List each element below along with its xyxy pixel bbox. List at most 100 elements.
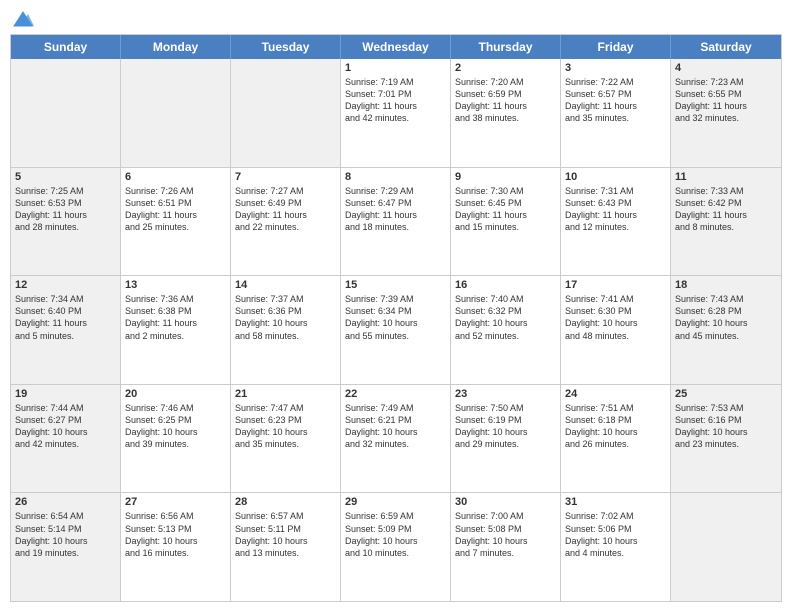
cell-text: Sunrise: 7:20 AM Sunset: 6:59 PM Dayligh…: [455, 76, 556, 125]
day-number: 2: [455, 62, 556, 74]
cell-text: Sunrise: 7:25 AM Sunset: 6:53 PM Dayligh…: [15, 185, 116, 234]
cell-text: Sunrise: 7:51 AM Sunset: 6:18 PM Dayligh…: [565, 402, 666, 451]
cell-text: Sunrise: 7:36 AM Sunset: 6:38 PM Dayligh…: [125, 293, 226, 342]
cell-text: Sunrise: 7:37 AM Sunset: 6:36 PM Dayligh…: [235, 293, 336, 342]
cell-text: Sunrise: 6:54 AM Sunset: 5:14 PM Dayligh…: [15, 510, 116, 559]
header-cell-tuesday: Tuesday: [231, 35, 341, 59]
day-number: 8: [345, 171, 446, 183]
cell-text: Sunrise: 7:30 AM Sunset: 6:45 PM Dayligh…: [455, 185, 556, 234]
calendar-cell: 10Sunrise: 7:31 AM Sunset: 6:43 PM Dayli…: [561, 168, 671, 276]
calendar-cell: 29Sunrise: 6:59 AM Sunset: 5:09 PM Dayli…: [341, 493, 451, 601]
calendar-cell: 27 Sunrise: 6:56 AM Sunset: 5:13 PM Dayli…: [121, 493, 231, 601]
calendar: SundayMondayTuesdayWednesdayThursdayFrid…: [10, 34, 782, 602]
calendar-week-5: 26 Sunrise: 6:54 AM Sunset: 5:14 PM Dayli…: [11, 492, 781, 601]
day-number: 19: [15, 388, 116, 400]
calendar-cell: 23 Sunrise: 7:50 AM Sunset: 6:19 PM Dayli…: [451, 385, 561, 493]
cell-text: Sunrise: 7:31 AM Sunset: 6:43 PM Dayligh…: [565, 185, 666, 234]
day-number: 31: [565, 496, 666, 508]
day-number: 23: [455, 388, 556, 400]
day-number: 16: [455, 279, 556, 291]
calendar-cell: 24 Sunrise: 7:51 AM Sunset: 6:18 PM Dayli…: [561, 385, 671, 493]
calendar-cell: 2 Sunrise: 7:20 AM Sunset: 6:59 PM Daylig…: [451, 59, 561, 167]
calendar-cell: 14 Sunrise: 7:37 AM Sunset: 6:36 PM Dayli…: [231, 276, 341, 384]
logo-icon: [12, 10, 34, 28]
day-number: 1: [345, 62, 446, 74]
day-number: 20: [125, 388, 226, 400]
calendar-cell: 15 Sunrise: 7:39 AM Sunset: 6:34 PM Dayli…: [341, 276, 451, 384]
header-cell-sunday: Sunday: [11, 35, 121, 59]
cell-text: Sunrise: 6:57 AM Sunset: 5:11 PM Dayligh…: [235, 510, 336, 559]
calendar-week-3: 12 Sunrise: 7:34 AM Sunset: 6:40 PM Dayli…: [11, 275, 781, 384]
day-number: 4: [675, 62, 777, 74]
calendar-cell: 22 Sunrise: 7:49 AM Sunset: 6:21 PM Dayli…: [341, 385, 451, 493]
calendar-cell: 5Sunrise: 7:25 AM Sunset: 6:53 PM Daylig…: [11, 168, 121, 276]
calendar-cell: [671, 493, 781, 601]
cell-text: Sunrise: 7:33 AM Sunset: 6:42 PM Dayligh…: [675, 185, 777, 234]
header: [10, 10, 782, 26]
calendar-cell: 8 Sunrise: 7:29 AM Sunset: 6:47 PM Daylig…: [341, 168, 451, 276]
calendar-week-4: 19 Sunrise: 7:44 AM Sunset: 6:27 PM Dayli…: [11, 384, 781, 493]
cell-text: Sunrise: 7:40 AM Sunset: 6:32 PM Dayligh…: [455, 293, 556, 342]
cell-text: Sunrise: 7:34 AM Sunset: 6:40 PM Dayligh…: [15, 293, 116, 342]
page: SundayMondayTuesdayWednesdayThursdayFrid…: [0, 0, 792, 612]
cell-text: Sunrise: 7:43 AM Sunset: 6:28 PM Dayligh…: [675, 293, 777, 342]
calendar-cell: 17 Sunrise: 7:41 AM Sunset: 6:30 PM Dayli…: [561, 276, 671, 384]
day-number: 25: [675, 388, 777, 400]
day-number: 17: [565, 279, 666, 291]
calendar-cell: 7Sunrise: 7:27 AM Sunset: 6:49 PM Daylig…: [231, 168, 341, 276]
calendar-cell: [231, 59, 341, 167]
cell-text: Sunrise: 7:22 AM Sunset: 6:57 PM Dayligh…: [565, 76, 666, 125]
calendar-cell: [121, 59, 231, 167]
day-number: 3: [565, 62, 666, 74]
day-number: 26: [15, 496, 116, 508]
cell-text: Sunrise: 6:59 AM Sunset: 5:09 PM Dayligh…: [345, 510, 446, 559]
calendar-cell: 28 Sunrise: 6:57 AM Sunset: 5:11 PM Dayli…: [231, 493, 341, 601]
calendar-cell: 6Sunrise: 7:26 AM Sunset: 6:51 PM Daylig…: [121, 168, 231, 276]
calendar-cell: 16 Sunrise: 7:40 AM Sunset: 6:32 PM Dayli…: [451, 276, 561, 384]
calendar-cell: 1 Sunrise: 7:19 AM Sunset: 7:01 PM Daylig…: [341, 59, 451, 167]
cell-text: Sunrise: 7:19 AM Sunset: 7:01 PM Dayligh…: [345, 76, 446, 125]
calendar-cell: 4 Sunrise: 7:23 AM Sunset: 6:55 PM Daylig…: [671, 59, 781, 167]
header-cell-monday: Monday: [121, 35, 231, 59]
day-number: 22: [345, 388, 446, 400]
calendar-week-1: 1 Sunrise: 7:19 AM Sunset: 7:01 PM Daylig…: [11, 59, 781, 167]
day-number: 14: [235, 279, 336, 291]
day-number: 30: [455, 496, 556, 508]
cell-text: Sunrise: 7:29 AM Sunset: 6:47 PM Dayligh…: [345, 185, 446, 234]
cell-text: Sunrise: 7:41 AM Sunset: 6:30 PM Dayligh…: [565, 293, 666, 342]
cell-text: Sunrise: 7:46 AM Sunset: 6:25 PM Dayligh…: [125, 402, 226, 451]
cell-text: Sunrise: 7:23 AM Sunset: 6:55 PM Dayligh…: [675, 76, 777, 125]
calendar-cell: 19 Sunrise: 7:44 AM Sunset: 6:27 PM Dayli…: [11, 385, 121, 493]
cell-text: Sunrise: 7:50 AM Sunset: 6:19 PM Dayligh…: [455, 402, 556, 451]
calendar-cell: 18 Sunrise: 7:43 AM Sunset: 6:28 PM Dayli…: [671, 276, 781, 384]
cell-text: Sunrise: 7:00 AM Sunset: 5:08 PM Dayligh…: [455, 510, 556, 559]
calendar-header: SundayMondayTuesdayWednesdayThursdayFrid…: [11, 35, 781, 59]
calendar-cell: 13 Sunrise: 7:36 AM Sunset: 6:38 PM Dayli…: [121, 276, 231, 384]
calendar-cell: 11Sunrise: 7:33 AM Sunset: 6:42 PM Dayli…: [671, 168, 781, 276]
day-number: 15: [345, 279, 446, 291]
day-number: 28: [235, 496, 336, 508]
cell-text: Sunrise: 6:56 AM Sunset: 5:13 PM Dayligh…: [125, 510, 226, 559]
day-number: 24: [565, 388, 666, 400]
logo: [10, 10, 34, 26]
day-number: 13: [125, 279, 226, 291]
cell-text: Sunrise: 7:39 AM Sunset: 6:34 PM Dayligh…: [345, 293, 446, 342]
calendar-cell: 21Sunrise: 7:47 AM Sunset: 6:23 PM Dayli…: [231, 385, 341, 493]
day-number: 27: [125, 496, 226, 508]
calendar-cell: 20 Sunrise: 7:46 AM Sunset: 6:25 PM Dayli…: [121, 385, 231, 493]
cell-text: Sunrise: 7:44 AM Sunset: 6:27 PM Dayligh…: [15, 402, 116, 451]
calendar-cell: 26 Sunrise: 6:54 AM Sunset: 5:14 PM Dayli…: [11, 493, 121, 601]
header-cell-saturday: Saturday: [671, 35, 781, 59]
calendar-body: 1 Sunrise: 7:19 AM Sunset: 7:01 PM Daylig…: [11, 59, 781, 601]
day-number: 18: [675, 279, 777, 291]
calendar-cell: 12 Sunrise: 7:34 AM Sunset: 6:40 PM Dayli…: [11, 276, 121, 384]
day-number: 12: [15, 279, 116, 291]
day-number: 7: [235, 171, 336, 183]
day-number: 21: [235, 388, 336, 400]
calendar-week-2: 5Sunrise: 7:25 AM Sunset: 6:53 PM Daylig…: [11, 167, 781, 276]
cell-text: Sunrise: 7:49 AM Sunset: 6:21 PM Dayligh…: [345, 402, 446, 451]
calendar-cell: 25Sunrise: 7:53 AM Sunset: 6:16 PM Dayli…: [671, 385, 781, 493]
calendar-cell: 30 Sunrise: 7:00 AM Sunset: 5:08 PM Dayli…: [451, 493, 561, 601]
calendar-cell: 9Sunrise: 7:30 AM Sunset: 6:45 PM Daylig…: [451, 168, 561, 276]
cell-text: Sunrise: 7:26 AM Sunset: 6:51 PM Dayligh…: [125, 185, 226, 234]
